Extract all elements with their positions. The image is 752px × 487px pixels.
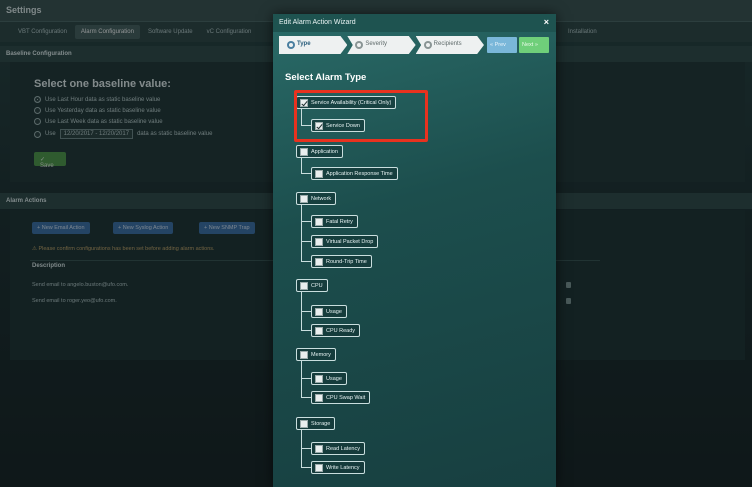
checkbox-icon[interactable] bbox=[315, 169, 323, 178]
checkbox-network[interactable]: Network bbox=[296, 192, 337, 205]
tree-connector bbox=[301, 467, 311, 468]
checkbox-icon[interactable] bbox=[300, 350, 308, 359]
tree-connector bbox=[301, 241, 311, 242]
checkbox-label: Storage bbox=[311, 420, 331, 427]
checkbox-label: Usage bbox=[326, 308, 342, 315]
step-type[interactable]: Type bbox=[279, 36, 348, 54]
checkbox-label: Virtual Packet Drop bbox=[326, 238, 374, 245]
checkbox-icon[interactable] bbox=[315, 444, 323, 453]
checkbox-memory[interactable]: Memory bbox=[296, 348, 336, 361]
checkbox-fatal-retry[interactable]: Fatal Retry bbox=[311, 215, 358, 228]
checkbox-icon[interactable] bbox=[315, 326, 323, 335]
tree-connector bbox=[301, 311, 311, 312]
checkbox-label: Read Latency bbox=[326, 445, 360, 452]
tree-connector bbox=[301, 397, 311, 398]
checkbox-application-response-time[interactable]: Application Response Time bbox=[311, 167, 398, 180]
wizard-steps: Type Severity Recipients bbox=[279, 36, 484, 54]
prev-button[interactable]: « Prev bbox=[487, 37, 517, 53]
step-recipients[interactable]: Recipients bbox=[415, 36, 484, 54]
edit-alarm-action-wizard: Edit Alarm Action Wizard × Type Severity… bbox=[273, 14, 556, 487]
checkbox-cpu-ready[interactable]: CPU Ready bbox=[311, 324, 361, 337]
checkbox-icon[interactable] bbox=[315, 374, 323, 383]
next-button[interactable]: Next » bbox=[519, 37, 549, 53]
checkbox-label: CPU Swap Wait bbox=[326, 394, 366, 401]
checkbox-icon[interactable] bbox=[315, 463, 323, 472]
checkbox-icon[interactable] bbox=[300, 147, 308, 156]
checkbox-label: Application bbox=[311, 148, 338, 155]
checkbox-label: Round-Trip Time bbox=[326, 258, 367, 265]
tree-connector bbox=[301, 173, 311, 174]
checkbox-icon[interactable] bbox=[315, 307, 323, 316]
checkbox-icon[interactable] bbox=[300, 281, 308, 290]
tree-connector bbox=[301, 430, 302, 468]
step-severity-icon bbox=[355, 41, 364, 49]
tree-connector bbox=[301, 205, 302, 262]
tree-connector bbox=[301, 221, 311, 222]
step-label: Type bbox=[297, 41, 311, 47]
tree-connector bbox=[301, 330, 311, 331]
highlight-annotation bbox=[294, 90, 428, 142]
step-recipients-icon bbox=[423, 41, 432, 49]
checkbox-label: CPU bbox=[311, 282, 323, 289]
checkbox-application[interactable]: Application bbox=[296, 145, 343, 158]
checkbox-label: Application Response Time bbox=[326, 170, 393, 177]
checkbox-label: Fatal Retry bbox=[326, 218, 353, 225]
checkbox-cpu[interactable]: CPU bbox=[296, 279, 328, 292]
step-type-icon bbox=[287, 41, 295, 49]
checkbox-cpu-swap-wait[interactable]: CPU Swap Wait bbox=[311, 391, 371, 404]
tree-connector bbox=[301, 261, 311, 262]
checkbox-icon[interactable] bbox=[315, 237, 323, 246]
checkbox-label: Write Latency bbox=[326, 464, 360, 471]
tree-connector bbox=[301, 448, 311, 449]
checkbox-storage[interactable]: Storage bbox=[296, 417, 336, 430]
modal-title: Edit Alarm Action Wizard bbox=[273, 14, 556, 32]
checkbox-virtual-packet-drop[interactable]: Virtual Packet Drop bbox=[311, 235, 379, 248]
step-label: Recipients bbox=[433, 41, 462, 47]
checkbox-icon[interactable] bbox=[315, 257, 323, 266]
checkbox-icon[interactable] bbox=[300, 194, 308, 203]
checkbox-round-trip-time[interactable]: Round-Trip Time bbox=[311, 255, 372, 268]
checkbox-label: Network bbox=[311, 195, 332, 202]
checkbox-read-latency[interactable]: Read Latency bbox=[311, 442, 365, 455]
close-icon[interactable]: × bbox=[544, 17, 549, 27]
checkbox-write-latency[interactable]: Write Latency bbox=[311, 461, 365, 474]
checkbox-memory-usage[interactable]: Usage bbox=[311, 372, 347, 385]
checkbox-cpu-usage[interactable]: Usage bbox=[311, 305, 347, 318]
select-alarm-type-heading: Select Alarm Type bbox=[285, 72, 367, 83]
tree-connector bbox=[301, 378, 311, 379]
step-label: Severity bbox=[365, 41, 388, 47]
checkbox-icon[interactable] bbox=[315, 393, 323, 402]
checkbox-label: CPU Ready bbox=[326, 327, 356, 334]
checkbox-icon[interactable] bbox=[315, 217, 323, 226]
checkbox-icon[interactable] bbox=[300, 419, 308, 428]
checkbox-label: Memory bbox=[311, 351, 331, 358]
tree-connector bbox=[301, 361, 302, 398]
tree-connector bbox=[301, 158, 302, 174]
step-severity[interactable]: Severity bbox=[347, 36, 416, 54]
checkbox-label: Usage bbox=[326, 375, 342, 382]
